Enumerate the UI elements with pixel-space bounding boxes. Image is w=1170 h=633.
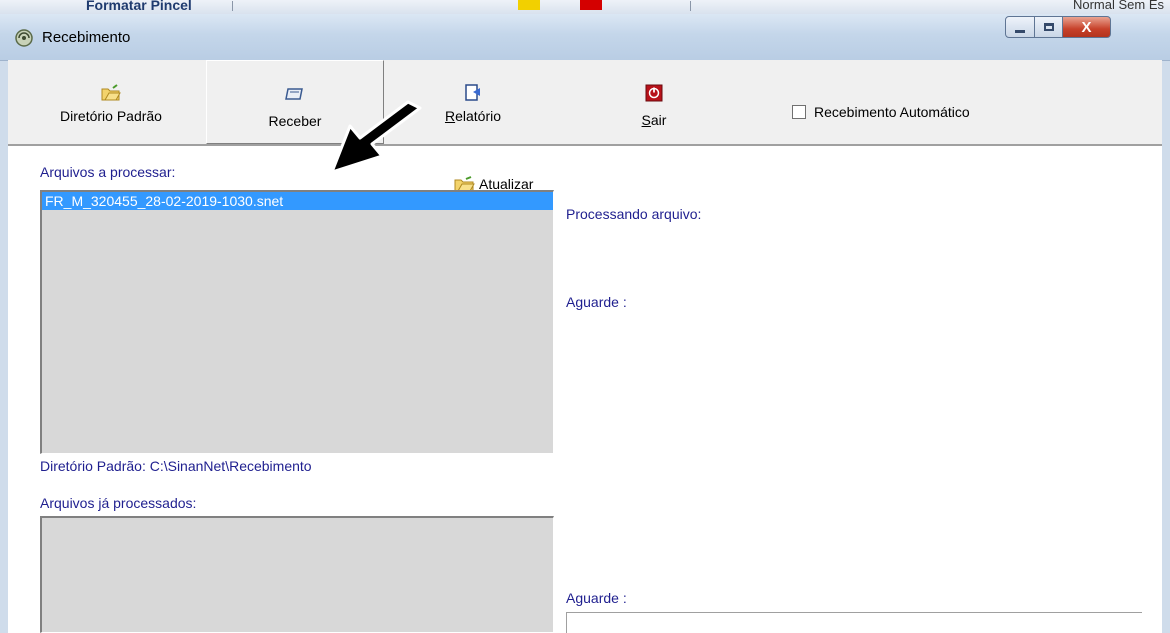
folder-icon [101, 84, 121, 101]
app-icon [15, 29, 33, 47]
highlight-color-swatch [518, 0, 540, 10]
close-icon: X [1081, 18, 1092, 36]
font-color-swatch [580, 0, 602, 10]
progress-field [566, 612, 1142, 633]
background-app-text: Formatar Pincel [86, 0, 192, 13]
close-button[interactable]: X [1063, 16, 1111, 38]
default-directory-path: Diretório Padrão: C:\SinanNet\Recebiment… [40, 458, 312, 474]
auto-receive-label: Recebimento Automático [814, 104, 970, 120]
receive-window: Recebimento X Diretório Padrão Receber R… [0, 14, 1170, 633]
checkbox-square[interactable] [792, 105, 806, 119]
minimize-icon [1015, 29, 1025, 33]
processed-files-list[interactable] [40, 516, 554, 633]
toolbar: Diretório Padrão Receber Relatório Sair … [8, 60, 1162, 146]
files-to-process-list[interactable]: FR_M_320455_28-02-2019-1030.snet [40, 190, 554, 454]
wait-label: Aguarde : [566, 294, 627, 310]
toolbar-separator [232, 1, 233, 11]
processing-file-label: Processando arquivo: [566, 206, 702, 222]
maximize-icon [1043, 23, 1054, 31]
toolbar-separator [690, 1, 691, 11]
default-directory-button[interactable]: Diretório Padrão [46, 60, 176, 140]
exit-label: Sair [641, 112, 667, 128]
wait-label-bottom: Aguarde : [566, 590, 627, 606]
exit-button[interactable]: Sair [614, 60, 694, 140]
list-item[interactable]: FR_M_320455_28-02-2019-1030.snet [42, 192, 553, 210]
receive-tray-icon [285, 88, 303, 100]
pointer-arrow-icon [330, 100, 422, 174]
report-button[interactable]: Relatório [418, 60, 528, 140]
background-app-style-text: Normal Sem Es [1072, 0, 1164, 12]
client-area: Diretório Padrão Receber Relatório Sair … [8, 60, 1162, 633]
maximize-button[interactable] [1035, 16, 1063, 38]
report-label: Relatório [444, 108, 502, 124]
background-app-toolbar: Formatar Pincel Normal Sem Es [0, 0, 1170, 15]
window-title: Recebimento [42, 29, 131, 46]
title-bar[interactable]: Recebimento X [0, 14, 1170, 61]
processed-files-label: Arquivos já processados: [40, 495, 197, 511]
auto-receive-checkbox[interactable]: Recebimento Automático [792, 104, 970, 120]
default-directory-label: Diretório Padrão [60, 108, 162, 124]
power-exit-icon [645, 84, 663, 102]
files-to-process-label: Arquivos a processar: [40, 164, 176, 180]
report-icon [465, 84, 480, 101]
minimize-button[interactable] [1005, 16, 1035, 38]
